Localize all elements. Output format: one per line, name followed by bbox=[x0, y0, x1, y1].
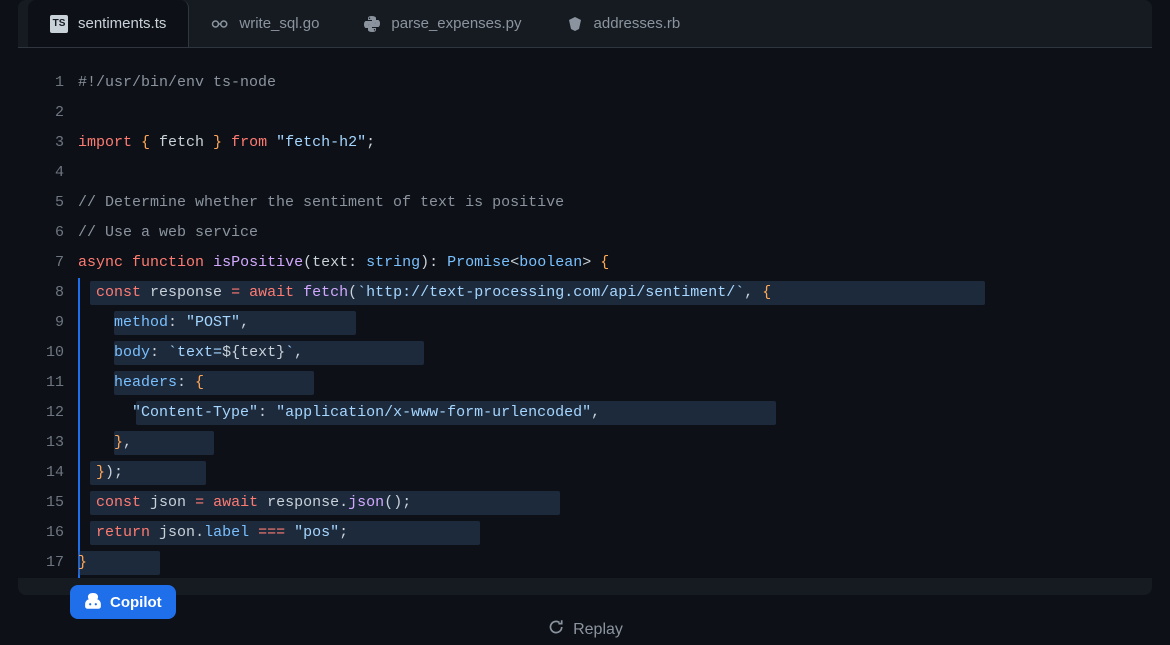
code-line: const response = await fetch(`http://tex… bbox=[78, 278, 1152, 308]
ruby-icon bbox=[566, 15, 584, 33]
code-line: #!/usr/bin/env ts-node bbox=[78, 68, 1152, 98]
python-icon bbox=[363, 15, 381, 33]
copilot-badge[interactable]: Copilot bbox=[70, 585, 176, 619]
tab-label: addresses.rb bbox=[594, 15, 681, 32]
tab-label: sentiments.ts bbox=[78, 15, 166, 32]
code-line: "Content-Type": "application/x-www-form-… bbox=[78, 398, 1152, 428]
go-icon bbox=[211, 15, 229, 33]
replay-icon bbox=[547, 618, 565, 641]
editor-window: TS sentiments.ts write_sql.go parse_expe… bbox=[18, 0, 1152, 595]
code-line bbox=[78, 158, 1152, 188]
tab-addresses-rb[interactable]: addresses.rb bbox=[544, 0, 703, 47]
tab-label: write_sql.go bbox=[239, 15, 319, 32]
code-editor[interactable]: 1234 5678 9101112 13141516 17 #!/usr/bin… bbox=[18, 48, 1152, 578]
line-number-gutter: 1234 5678 9101112 13141516 17 bbox=[18, 68, 78, 578]
code-line: async function isPositive(text: string):… bbox=[78, 248, 1152, 278]
code-line: import { fetch } from "fetch-h2"; bbox=[78, 128, 1152, 158]
replay-label: Replay bbox=[573, 621, 623, 639]
code-line: // Use a web service bbox=[78, 218, 1152, 248]
code-content[interactable]: #!/usr/bin/env ts-node import { fetch } … bbox=[78, 68, 1152, 578]
code-line: headers: { bbox=[78, 368, 1152, 398]
code-line bbox=[78, 98, 1152, 128]
code-line: const json = await response.json(); bbox=[78, 488, 1152, 518]
code-line: body: `text=${text}`, bbox=[78, 338, 1152, 368]
replay-button[interactable]: Replay bbox=[547, 618, 623, 641]
code-line: // Determine whether the sentiment of te… bbox=[78, 188, 1152, 218]
code-line: }); bbox=[78, 458, 1152, 488]
tab-parse-expenses-py[interactable]: parse_expenses.py bbox=[341, 0, 543, 47]
code-line: method: "POST", bbox=[78, 308, 1152, 338]
code-line: return json.label === "pos"; bbox=[78, 518, 1152, 548]
tabs-bar: TS sentiments.ts write_sql.go parse_expe… bbox=[18, 0, 1152, 48]
code-line: } bbox=[78, 548, 1152, 578]
tab-write-sql-go[interactable]: write_sql.go bbox=[189, 0, 341, 47]
typescript-icon: TS bbox=[50, 15, 68, 33]
copilot-label: Copilot bbox=[110, 594, 162, 611]
copilot-icon bbox=[84, 593, 102, 611]
tab-sentiments-ts[interactable]: TS sentiments.ts bbox=[28, 0, 189, 47]
code-line: }, bbox=[78, 428, 1152, 458]
tab-label: parse_expenses.py bbox=[391, 15, 521, 32]
